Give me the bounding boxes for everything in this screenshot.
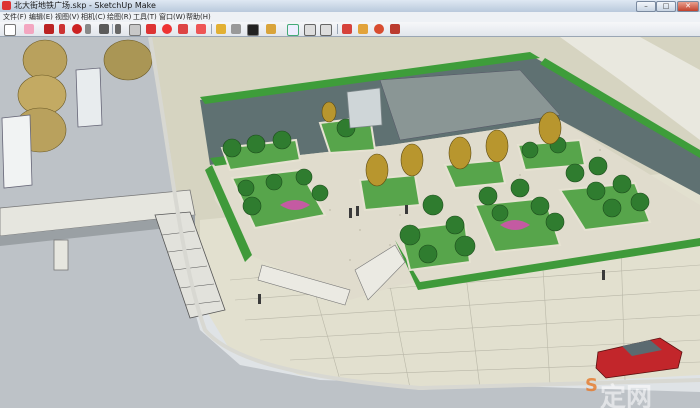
components-icon[interactable] (374, 24, 384, 34)
pushpull-icon[interactable] (115, 24, 121, 34)
menu-view[interactable]: 视图(V) (55, 12, 79, 22)
plaza-model-render (0, 37, 700, 408)
menu-window[interactable]: 窗口(W) (159, 12, 185, 22)
main-toolbar (0, 22, 700, 37)
watermark-mark: S (585, 375, 598, 396)
bridge-pillar (53, 239, 69, 271)
move-icon[interactable] (129, 24, 141, 36)
minimize-button[interactable]: – (636, 1, 656, 12)
tape-measure-icon[interactable] (178, 24, 188, 34)
paint-bucket-icon[interactable] (99, 24, 109, 34)
eraser-icon[interactable] (24, 24, 34, 34)
warehouse-icon[interactable] (358, 24, 368, 34)
shape-icon[interactable] (72, 24, 82, 34)
menu-draw[interactable]: 绘图(R) (107, 12, 131, 22)
sketchup-app-icon (2, 1, 11, 10)
select-icon[interactable] (4, 24, 16, 36)
menu-edit[interactable]: 编辑(E) (29, 12, 53, 22)
zoom-extents-icon[interactable] (342, 24, 352, 34)
rotate-icon[interactable] (146, 24, 156, 34)
watermark-text: 定网 (600, 383, 653, 408)
menu-help[interactable]: 帮助(H) (186, 12, 211, 22)
arc-icon[interactable] (59, 24, 65, 34)
axes-icon[interactable] (216, 24, 226, 34)
model-viewport[interactable]: 定网 S (0, 37, 700, 408)
window-title: 北大街地铁广场.skp - SketchUp Make (14, 1, 156, 10)
dimension-icon[interactable] (231, 24, 241, 34)
menu-tools[interactable]: 工具(T) (133, 12, 157, 22)
rectangle-icon[interactable] (85, 24, 91, 34)
extension-icon[interactable] (390, 24, 400, 34)
protractor-icon[interactable] (247, 24, 259, 36)
menu-camera[interactable]: 相机(C) (81, 12, 105, 22)
offset-icon[interactable] (162, 24, 172, 34)
zoom-icon[interactable] (320, 24, 332, 36)
text-icon[interactable] (196, 24, 206, 34)
menu-file[interactable]: 文件(F) (3, 12, 27, 22)
close-button[interactable]: ✕ (677, 1, 699, 12)
maximize-button[interactable]: □ (656, 1, 676, 12)
section-icon[interactable] (266, 24, 276, 34)
orbit-icon[interactable] (287, 24, 299, 36)
pan-icon[interactable] (304, 24, 316, 36)
entrance-kiosk (346, 87, 383, 129)
pencil-icon[interactable] (44, 24, 54, 34)
sketchup-window: 北大街地铁广场.skp - SketchUp Make – □ ✕ 文件(F) … (0, 0, 700, 408)
